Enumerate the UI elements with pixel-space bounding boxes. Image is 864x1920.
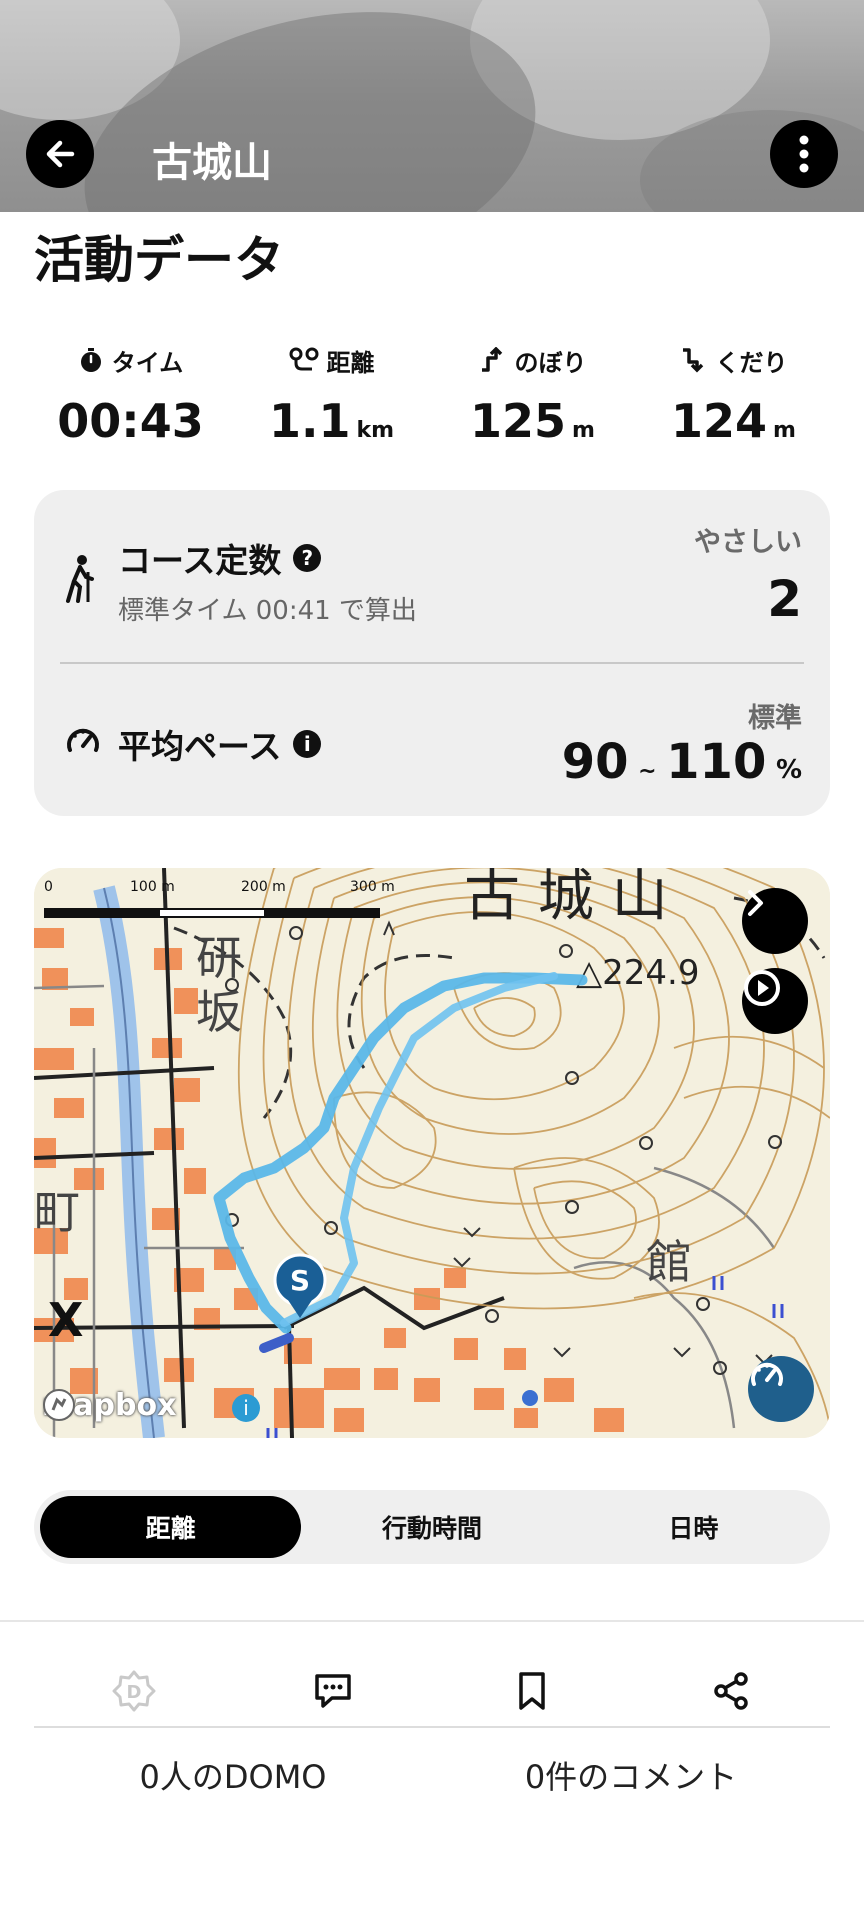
pace-low: 90 <box>561 734 629 790</box>
scale-label-100: 100 m <box>130 879 175 895</box>
pace-range: 90 ~ 110 % <box>562 734 802 790</box>
course-info-card: コース定数 ? 標準タイム 00:41 で算出 やさしい 2 平均ペース i 標… <box>34 490 830 816</box>
bookmark-button[interactable] <box>432 1646 631 1736</box>
card-divider <box>60 662 804 664</box>
stat-label: くだり <box>715 348 788 377</box>
map-label-machi: 町 <box>34 1185 80 1239</box>
activity-stats: タイム 00:43 距離 1.1 km のぼり 125 m くだり 124 m <box>30 340 834 450</box>
speedometer-icon <box>751 1362 783 1386</box>
stat-time: タイム 00:43 <box>30 340 231 450</box>
tab-datetime[interactable]: 日時 <box>563 1496 824 1558</box>
stat-value: 124 <box>671 394 768 448</box>
share-icon <box>713 1672 748 1710</box>
course-difficulty: やさしい <box>694 527 802 558</box>
comment-count-link[interactable]: 0件のコメント <box>432 1752 830 1798</box>
page-title: 古城山 <box>152 140 272 186</box>
chevron-right-icon <box>748 890 763 916</box>
mapbox-logo: mapbox <box>42 1388 176 1423</box>
pace-sep: ~ <box>638 759 657 784</box>
map-label-ken: 研 <box>196 931 242 985</box>
stat-ascent: のぼり 125 m <box>432 340 633 450</box>
route-icon <box>289 347 318 371</box>
more-options-button[interactable] <box>770 120 838 188</box>
map-label-summit: △224.9 <box>576 953 699 993</box>
play-icon <box>744 970 780 1006</box>
course-constant-label: コース定数 ? <box>118 534 322 582</box>
pace-label: 平均ペース <box>118 727 282 766</box>
stat-label: のぼり <box>514 348 587 377</box>
map-label-kojoyama: 古 城 山 <box>464 868 668 929</box>
action-icons: D <box>34 1646 830 1736</box>
svg-text:D: D <box>126 1682 141 1703</box>
scale-label-300: 300 m <box>350 879 395 895</box>
ascent-icon <box>481 347 502 372</box>
domo-count-link[interactable]: 0人のDOMO <box>34 1752 432 1798</box>
vertical-dots-icon <box>799 135 809 173</box>
header-image <box>0 0 864 212</box>
bottom-action-bar: D 0人のDOMO 0件のコメント <box>0 1620 864 1920</box>
help-icon[interactable]: ? <box>293 544 322 572</box>
stat-distance: 距離 1.1 km <box>231 340 432 450</box>
map-label-saka: 坂 <box>196 985 242 1039</box>
section-title: 活動データ <box>34 231 284 289</box>
map-label-kan: 館 <box>646 1235 692 1289</box>
graph-tabs: 距離 行動時間 日時 <box>34 1490 830 1564</box>
back-button[interactable] <box>26 120 94 188</box>
stat-descent: くだり 124 m <box>633 340 834 450</box>
domo-icon: D <box>112 1670 155 1712</box>
stat-value: 1.1 <box>268 394 351 448</box>
mapbox-icon <box>43 1389 75 1421</box>
map-canvas[interactable]: 古 城 山 研 坂 町 館 △224.9 X S <box>34 868 830 1438</box>
hiker-icon <box>66 555 94 603</box>
course-standard-time: 標準タイム 00:41 で算出 <box>118 596 417 626</box>
map-info-icon[interactable]: i <box>232 1394 260 1422</box>
scale-label-0: 0 <box>44 879 53 895</box>
stat-value: 00:43 <box>57 394 204 448</box>
start-marker-label: S <box>290 1264 310 1297</box>
map-play-button[interactable] <box>742 968 808 1034</box>
descent-icon <box>682 348 703 373</box>
pace-level: 標準 <box>748 703 802 734</box>
stat-label: タイム <box>111 348 184 377</box>
arrow-left-icon <box>46 140 75 168</box>
reaction-counts: 0人のDOMO 0件のコメント <box>34 1752 830 1798</box>
info-icon[interactable]: i <box>293 730 322 758</box>
pace-unit: % <box>775 755 802 785</box>
tab-distance[interactable]: 距離 <box>40 1496 302 1558</box>
scale-label-200: 200 m <box>241 879 286 895</box>
share-button[interactable] <box>631 1646 830 1736</box>
stat-value: 125 <box>470 394 567 448</box>
course-constant-value: 2 <box>767 570 802 628</box>
stat-unit: m <box>773 418 796 443</box>
pace-high: 110 <box>666 734 767 790</box>
map-expand-button[interactable] <box>742 888 808 954</box>
stat-unit: km <box>356 418 395 443</box>
comment-button[interactable] <box>233 1646 432 1736</box>
bottom-divider <box>34 1726 830 1728</box>
domo-button[interactable]: D <box>34 1646 233 1736</box>
comment-icon <box>314 1674 351 1708</box>
average-pace-label: 平均ペース i <box>118 720 322 768</box>
map-label-x: X <box>48 1293 83 1347</box>
speedometer-icon <box>67 728 99 752</box>
map-speed-button[interactable] <box>748 1356 814 1422</box>
bookmark-icon <box>518 1672 545 1710</box>
stopwatch-icon <box>80 348 101 372</box>
tab-activity-time[interactable]: 行動時間 <box>301 1496 562 1558</box>
route-map[interactable]: 古 城 山 研 坂 町 館 △224.9 X S 0 100 m 200 m 3… <box>34 868 830 1438</box>
course-label: コース定数 <box>118 541 282 580</box>
stat-unit: m <box>572 418 595 443</box>
stat-label: 距離 <box>326 348 375 377</box>
